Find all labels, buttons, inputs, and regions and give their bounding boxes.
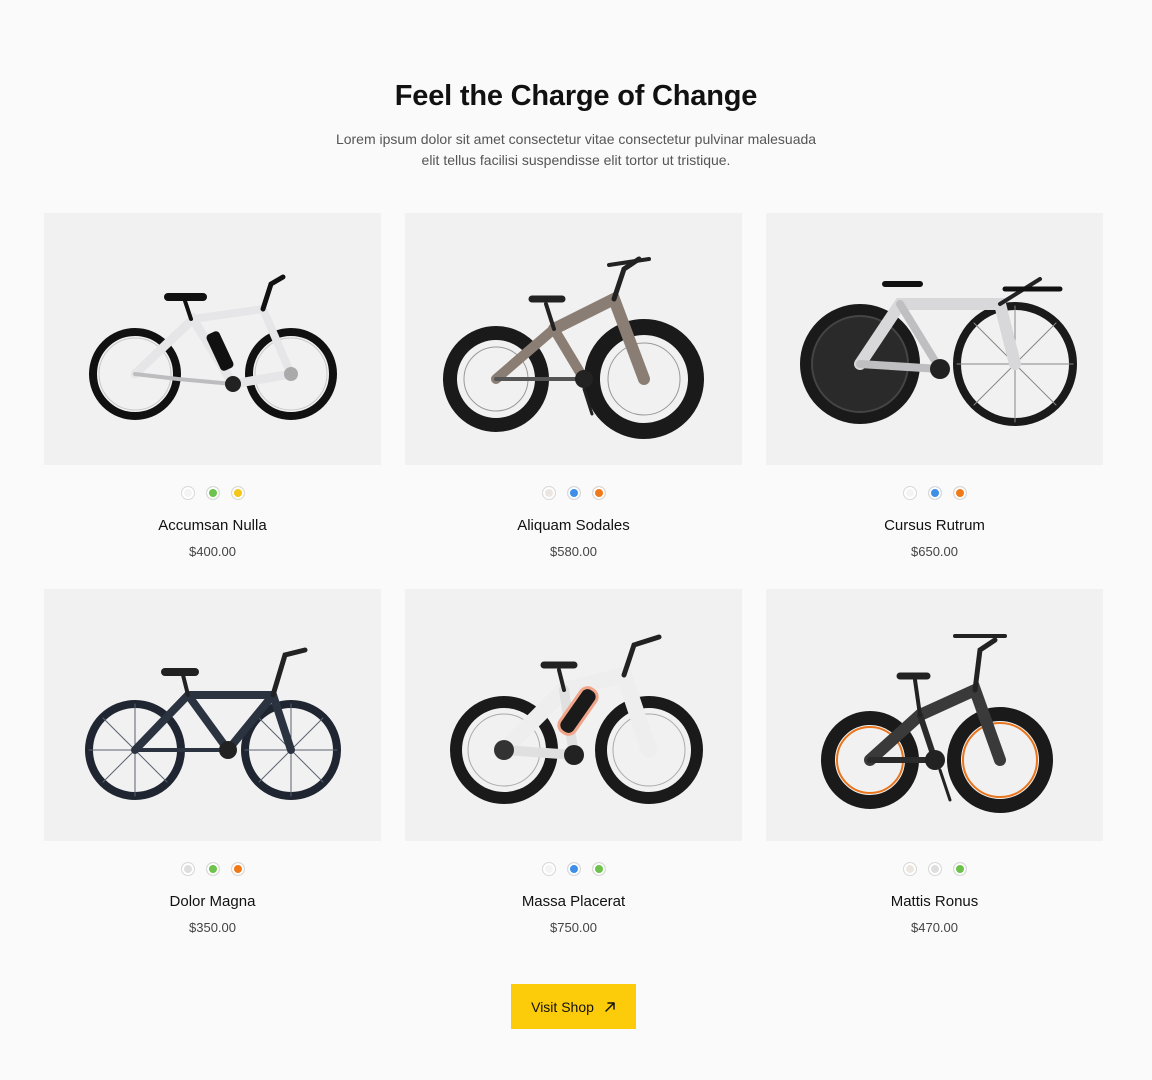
color-swatch[interactable] — [566, 862, 581, 876]
color-swatch[interactable] — [541, 862, 556, 876]
color-swatch[interactable] — [591, 862, 606, 876]
color-swatch[interactable] — [205, 862, 220, 876]
product-price: $750.00 — [550, 920, 597, 935]
tri-bike-icon — [799, 277, 1077, 426]
subtitle-line-1: Lorem ipsum dolor sit amet consectetur v… — [335, 131, 817, 147]
product-card[interactable]: Massa Placerat $750.00 — [405, 589, 742, 935]
color-swatches — [405, 486, 742, 502]
color-swatch[interactable] — [180, 486, 195, 500]
color-swatches — [766, 486, 1103, 502]
color-swatch[interactable] — [205, 486, 220, 500]
section-title: Feel the Charge of Change — [394, 80, 758, 112]
color-swatch[interactable] — [180, 862, 195, 876]
product-price: $580.00 — [550, 544, 597, 559]
product-name[interactable]: Accumsan Nulla — [44, 517, 381, 534]
product-name[interactable]: Mattis Ronus — [766, 893, 1103, 910]
color-swatch[interactable] — [541, 486, 556, 500]
color-swatches — [44, 486, 381, 502]
product-card[interactable]: Dolor Magna $350.00 — [44, 589, 381, 935]
product-card[interactable]: Cursus Rutrum $650.00 — [766, 213, 1103, 559]
product-name[interactable]: Aliquam Sodales — [405, 517, 742, 534]
color-swatch[interactable] — [952, 862, 967, 876]
product-image[interactable] — [766, 213, 1103, 465]
commuter-bike-icon — [84, 647, 341, 800]
color-swatch[interactable] — [230, 486, 245, 500]
product-price: $650.00 — [911, 544, 958, 559]
product-name[interactable]: Dolor Magna — [44, 893, 381, 910]
product-name[interactable]: Massa Placerat — [405, 893, 742, 910]
product-image[interactable] — [766, 589, 1103, 841]
product-card[interactable]: Accumsan Nulla $400.00 — [44, 213, 381, 559]
visit-shop-button[interactable]: Visit Shop — [511, 984, 636, 1029]
color-swatch[interactable] — [230, 862, 245, 876]
color-swatch[interactable] — [902, 862, 917, 876]
arrow-up-right-icon — [605, 1001, 615, 1012]
city-bike-icon — [88, 274, 337, 420]
fat-tire-ebike-icon — [442, 256, 704, 439]
product-image[interactable] — [44, 589, 381, 841]
color-swatch[interactable] — [902, 486, 917, 500]
color-swatch[interactable] — [927, 862, 942, 876]
color-swatches — [405, 862, 742, 878]
subtitle-line-2: elit tellus facilisi suspendisse elit to… — [421, 152, 731, 168]
color-swatch[interactable] — [952, 486, 967, 500]
color-swatch[interactable] — [566, 486, 581, 500]
product-card[interactable]: Mattis Ronus $470.00 — [766, 589, 1103, 935]
product-price: $400.00 — [189, 544, 236, 559]
product-image[interactable] — [405, 589, 742, 841]
product-card[interactable]: Aliquam Sodales $580.00 — [405, 213, 742, 559]
product-price: $350.00 — [189, 920, 236, 935]
product-image[interactable] — [405, 213, 742, 465]
folding-ebike-icon — [820, 634, 1053, 813]
product-image[interactable] — [44, 213, 381, 465]
color-swatches — [44, 862, 381, 878]
visit-shop-label: Visit Shop — [531, 998, 594, 1015]
product-name[interactable]: Cursus Rutrum — [766, 517, 1103, 534]
color-swatches — [766, 862, 1103, 878]
color-swatch[interactable] — [927, 486, 942, 500]
product-price: $470.00 — [911, 920, 958, 935]
color-swatch[interactable] — [591, 486, 606, 500]
section-subtitle: Lorem ipsum dolor sit amet consectetur v… — [326, 129, 826, 171]
electric-mtb-icon — [449, 634, 703, 804]
